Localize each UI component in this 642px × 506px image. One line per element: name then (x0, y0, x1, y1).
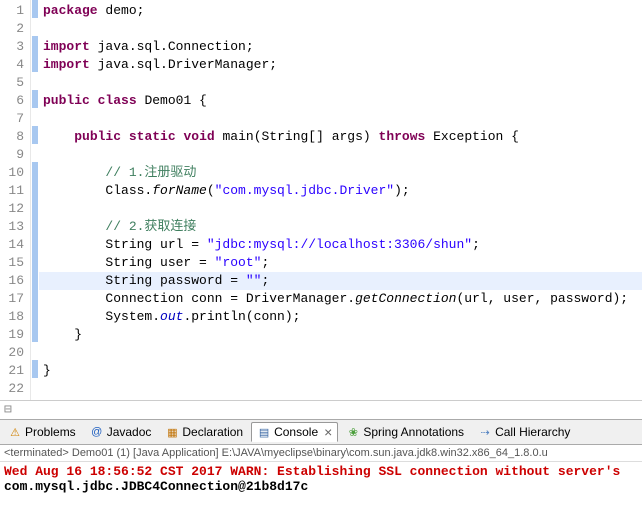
line-number: 6 (2, 92, 24, 110)
console-header: <terminated> Demo01 (1) [Java Applicatio… (0, 445, 642, 462)
coverage-marker (32, 306, 38, 324)
coverage-marker (32, 270, 38, 288)
line-number: 15 (2, 254, 24, 272)
line-number-gutter: 12345678910111213141516171819202122 (0, 0, 31, 400)
console-line: Wed Aug 16 18:56:52 CST 2017 WARN: Estab… (4, 464, 638, 479)
tab-label: Call Hierarchy (495, 425, 570, 439)
code-line[interactable]: // 1.注册驱动 (43, 164, 642, 182)
line-number: 8 (2, 128, 24, 146)
line-number: 5 (2, 74, 24, 92)
coverage-marker (32, 126, 38, 144)
line-number: 21 (2, 362, 24, 380)
console-icon: ▤ (257, 425, 271, 439)
line-number: 14 (2, 236, 24, 254)
coverage-marker (32, 216, 38, 234)
coverage-marker (32, 18, 38, 36)
coverage-marker (32, 90, 38, 108)
line-number: 7 (2, 110, 24, 128)
console-output: Wed Aug 16 18:56:52 CST 2017 WARN: Estab… (0, 462, 642, 496)
coverage-marker (32, 378, 38, 396)
line-number: 22 (2, 380, 24, 398)
code-line[interactable] (43, 110, 642, 128)
code-line[interactable] (43, 344, 642, 362)
coverage-marker (32, 72, 38, 90)
coverage-marker (32, 342, 38, 360)
code-line[interactable]: public class Demo01 { (43, 92, 642, 110)
line-number: 9 (2, 146, 24, 164)
coverage-marker (32, 324, 38, 342)
callh-icon: ⇢ (478, 425, 492, 439)
close-icon[interactable]: × (321, 424, 332, 440)
coverage-marker (32, 198, 38, 216)
tab-declaration[interactable]: ▦Declaration (159, 423, 249, 441)
line-number: 20 (2, 344, 24, 362)
coverage-marker (32, 360, 38, 378)
code-line[interactable]: String user = "root"; (43, 254, 642, 272)
code-line[interactable]: String password = ""; (39, 272, 642, 290)
problems-icon: ⚠ (8, 425, 22, 439)
fold-indicator[interactable]: ⊟ (0, 401, 642, 419)
console-line: com.mysql.jdbc.JDBC4Connection@21b8d17c (4, 479, 638, 494)
line-number: 19 (2, 326, 24, 344)
code-line[interactable]: String url = "jdbc:mysql://localhost:330… (43, 236, 642, 254)
coverage-marker (32, 180, 38, 198)
code-area[interactable]: package demo; import java.sql.Connection;… (39, 0, 642, 400)
code-line[interactable] (43, 20, 642, 38)
coverage-marker (32, 0, 38, 18)
tab-label: Javadoc (107, 425, 152, 439)
line-number: 18 (2, 308, 24, 326)
line-number: 10 (2, 164, 24, 182)
code-line[interactable]: Class.forName("com.mysql.jdbc.Driver"); (43, 182, 642, 200)
line-number: 3 (2, 38, 24, 56)
tab-spring[interactable]: ❀Spring Annotations (340, 423, 470, 441)
javadoc-icon: @ (90, 425, 104, 439)
code-line[interactable]: import java.sql.DriverManager; (43, 56, 642, 74)
line-number: 4 (2, 56, 24, 74)
code-line[interactable] (43, 74, 642, 92)
coverage-marker (32, 144, 38, 162)
code-line[interactable]: public static void main(String[] args) t… (43, 128, 642, 146)
spring-icon: ❀ (346, 425, 360, 439)
tab-label: Declaration (182, 425, 243, 439)
coverage-marker (32, 288, 38, 306)
declaration-icon: ▦ (165, 425, 179, 439)
code-line[interactable]: Connection conn = DriverManager.getConne… (43, 290, 642, 308)
line-number: 12 (2, 200, 24, 218)
line-number: 11 (2, 182, 24, 200)
bottom-tab-bar: ⚠Problems@Javadoc▦Declaration▤Console×❀S… (0, 419, 642, 445)
tab-label: Spring Annotations (363, 425, 464, 439)
coverage-ruler (31, 0, 39, 400)
line-number: 1 (2, 2, 24, 20)
coverage-marker (32, 234, 38, 252)
code-line[interactable] (43, 380, 642, 398)
coverage-marker (32, 162, 38, 180)
code-line[interactable]: } (43, 362, 642, 380)
line-number: 17 (2, 290, 24, 308)
code-line[interactable]: System.out.println(conn); (43, 308, 642, 326)
tab-label: Console (274, 425, 318, 439)
code-editor[interactable]: 12345678910111213141516171819202122 pack… (0, 0, 642, 401)
coverage-marker (32, 54, 38, 72)
coverage-marker (32, 252, 38, 270)
code-line[interactable]: package demo; (43, 2, 642, 20)
tab-problems[interactable]: ⚠Problems (2, 423, 82, 441)
line-number: 13 (2, 218, 24, 236)
coverage-marker (32, 108, 38, 126)
tab-label: Problems (25, 425, 76, 439)
tab-callh[interactable]: ⇢Call Hierarchy (472, 423, 576, 441)
coverage-marker (32, 36, 38, 54)
line-number: 2 (2, 20, 24, 38)
code-line[interactable]: // 2.获取连接 (43, 218, 642, 236)
code-line[interactable] (43, 146, 642, 164)
code-line[interactable]: } (43, 326, 642, 344)
code-line[interactable]: import java.sql.Connection; (43, 38, 642, 56)
code-line[interactable] (43, 200, 642, 218)
tab-console[interactable]: ▤Console× (251, 422, 338, 442)
tab-javadoc[interactable]: @Javadoc (84, 423, 158, 441)
line-number: 16 (2, 272, 24, 290)
